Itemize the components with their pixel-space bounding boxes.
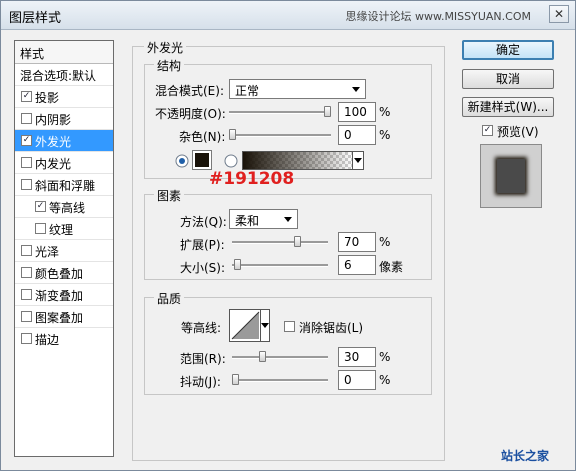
watermark-bottom: 站长之家 bbox=[501, 449, 550, 463]
style-item-stroke[interactable]: 描边 bbox=[15, 328, 113, 350]
color-radio[interactable] bbox=[175, 154, 189, 168]
structure-title: 结构 bbox=[154, 57, 185, 74]
styles-header[interactable]: 样式 bbox=[15, 41, 113, 64]
antialias-checkbox[interactable] bbox=[284, 321, 295, 332]
contour-preview bbox=[231, 311, 260, 340]
quality-title: 品质 bbox=[154, 290, 185, 307]
blend-options-item[interactable]: 混合选项:默认 bbox=[15, 64, 113, 86]
blend-mode-label: 混合模式(E): bbox=[155, 84, 224, 98]
gradient-picker[interactable] bbox=[242, 151, 364, 170]
checkbox[interactable] bbox=[21, 311, 32, 322]
jitter-label: 抖动(J): bbox=[180, 375, 221, 389]
glow-color-swatch[interactable] bbox=[192, 150, 212, 170]
chevron-down-icon bbox=[352, 87, 360, 92]
checkbox[interactable] bbox=[21, 267, 32, 278]
gradient-preview bbox=[243, 152, 353, 169]
antialias-label: 消除锯齿(L) bbox=[299, 321, 364, 335]
noise-label: 杂色(N): bbox=[179, 130, 226, 144]
title-bar: 图层样式 思缘设计论坛 www.MISSYUAN.COM ✕ bbox=[1, 1, 575, 30]
style-preview-thumbnail bbox=[480, 144, 542, 208]
noise-input[interactable]: 0 bbox=[338, 125, 376, 145]
opacity-slider-track[interactable] bbox=[229, 111, 331, 114]
checkbox[interactable] bbox=[21, 113, 32, 124]
opacity-label: 不透明度(O): bbox=[155, 107, 226, 121]
checkbox[interactable]: ✓ bbox=[21, 91, 32, 102]
range-unit: % bbox=[379, 350, 391, 364]
chevron-down-icon bbox=[284, 217, 292, 222]
size-unit: 像素 bbox=[379, 260, 404, 274]
new-style-button[interactable]: 新建样式(W)... bbox=[462, 97, 554, 117]
style-item-contour[interactable]: ✓ 等高线 bbox=[15, 196, 113, 218]
preview-checkbox[interactable]: ✓ bbox=[482, 125, 493, 136]
checkbox[interactable] bbox=[21, 157, 32, 168]
chevron-down-icon bbox=[354, 158, 362, 163]
close-button[interactable]: ✕ bbox=[549, 5, 569, 23]
jitter-slider-track[interactable] bbox=[232, 379, 328, 382]
contour-label: 等高线: bbox=[181, 321, 222, 335]
jitter-unit: % bbox=[379, 373, 391, 387]
preview-label: 预览(V) bbox=[497, 125, 539, 139]
style-item-bevel-emboss[interactable]: 斜面和浮雕 bbox=[15, 174, 113, 196]
close-icon: ✕ bbox=[553, 7, 565, 21]
range-slider-track[interactable] bbox=[232, 356, 328, 359]
checkbox[interactable]: ✓ bbox=[21, 135, 32, 146]
style-item-drop-shadow[interactable]: ✓ 投影 bbox=[15, 86, 113, 108]
spread-label: 扩展(P): bbox=[180, 238, 225, 252]
chevron-down-icon bbox=[261, 323, 269, 328]
noise-unit: % bbox=[379, 128, 391, 142]
elements-title: 图素 bbox=[154, 187, 185, 204]
style-item-outer-glow[interactable]: ✓ 外发光 bbox=[15, 130, 113, 152]
ok-button[interactable]: 确定 bbox=[462, 40, 554, 60]
style-item-inner-glow[interactable]: 内发光 bbox=[15, 152, 113, 174]
noise-slider-thumb[interactable] bbox=[229, 129, 236, 140]
style-item-gradient-overlay[interactable]: 渐变叠加 bbox=[15, 284, 113, 306]
glow-color-fill bbox=[195, 153, 209, 167]
preview-swatch bbox=[497, 159, 525, 193]
gradient-dropdown-button[interactable] bbox=[352, 152, 363, 169]
spread-slider-track[interactable] bbox=[232, 241, 328, 244]
style-item-color-overlay[interactable]: 颜色叠加 bbox=[15, 262, 113, 284]
outer-glow-title: 外发光 bbox=[144, 39, 187, 56]
checkbox[interactable] bbox=[21, 245, 32, 256]
checkbox[interactable] bbox=[21, 179, 32, 190]
blend-mode-select[interactable]: 正常 bbox=[229, 79, 366, 99]
size-slider-thumb[interactable] bbox=[234, 259, 242, 270]
checkbox[interactable]: ✓ bbox=[35, 201, 46, 212]
opacity-input[interactable]: 100 bbox=[338, 102, 376, 122]
style-item-texture[interactable]: 纹理 bbox=[15, 218, 113, 240]
jitter-slider-thumb[interactable] bbox=[232, 374, 239, 385]
technique-select[interactable]: 柔和 bbox=[229, 209, 298, 229]
hex-annotation: #191208 bbox=[209, 169, 295, 189]
layer-style-dialog: 图层样式 思缘设计论坛 www.MISSYUAN.COM ✕ 样式 混合选项:默… bbox=[0, 0, 576, 471]
contour-dropdown-button[interactable] bbox=[260, 310, 269, 341]
styles-list: 样式 混合选项:默认 ✓ 投影 内阴影 ✓ 外发光 内发光 斜面和浮雕 ✓ 等高线 纹… bbox=[14, 40, 114, 457]
range-input[interactable]: 30 bbox=[338, 347, 376, 367]
checkbox[interactable] bbox=[21, 333, 32, 344]
checkbox[interactable] bbox=[21, 289, 32, 300]
spread-slider-thumb[interactable] bbox=[294, 236, 302, 247]
technique-label: 方法(Q): bbox=[180, 215, 227, 229]
checkbox[interactable] bbox=[35, 223, 46, 234]
size-input[interactable]: 6 bbox=[338, 255, 376, 275]
opacity-unit: % bbox=[379, 105, 391, 119]
style-item-satin[interactable]: 光泽 bbox=[15, 240, 113, 262]
noise-slider-track[interactable] bbox=[229, 134, 331, 137]
range-slider-thumb[interactable] bbox=[258, 351, 266, 362]
size-slider-track[interactable] bbox=[232, 264, 328, 267]
size-label: 大小(S): bbox=[180, 261, 226, 275]
dialog-title: 图层样式 bbox=[9, 11, 62, 26]
gradient-radio[interactable] bbox=[224, 154, 238, 168]
jitter-input[interactable]: 0 bbox=[338, 370, 376, 390]
spread-unit: % bbox=[379, 235, 391, 249]
style-item-pattern-overlay[interactable]: 图案叠加 bbox=[15, 306, 113, 328]
contour-picker[interactable] bbox=[229, 309, 270, 342]
watermark-top: 思缘设计论坛 www.MISSYUAN.COM bbox=[345, 10, 531, 23]
cancel-button[interactable]: 取消 bbox=[462, 69, 554, 89]
style-item-inner-shadow[interactable]: 内阴影 bbox=[15, 108, 113, 130]
range-label: 范围(R): bbox=[180, 352, 226, 366]
opacity-slider-thumb[interactable] bbox=[324, 106, 331, 117]
spread-input[interactable]: 70 bbox=[338, 232, 376, 252]
